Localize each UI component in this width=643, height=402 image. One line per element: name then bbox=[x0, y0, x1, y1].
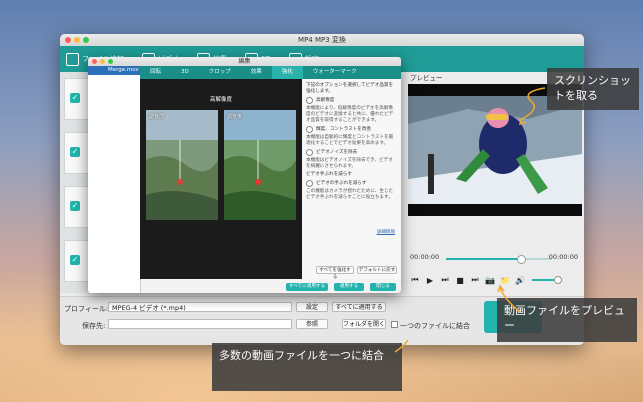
radio[interactable] bbox=[306, 149, 313, 156]
enhance-options: 下記のオプションを選択してビデオ品質を強化します。 高解像度 本機能により、低解… bbox=[302, 79, 401, 280]
step-forward-icon[interactable]: ⏭ bbox=[440, 275, 450, 285]
option-label: ビデオノイズを除去 bbox=[316, 149, 358, 155]
option-desc: 本機能はビデオノイズを除去でき、ビデオを綺麗にさせられます。 bbox=[306, 158, 393, 169]
reset-default-button[interactable]: デフォルトに戻す bbox=[357, 266, 397, 274]
tab-enhance[interactable]: 強化 bbox=[271, 66, 303, 79]
after-image: 調整後 bbox=[224, 110, 296, 220]
window-controls bbox=[65, 37, 89, 43]
radio[interactable] bbox=[306, 97, 313, 104]
minimize-edit-button[interactable] bbox=[100, 59, 105, 64]
close-window-button[interactable] bbox=[65, 37, 71, 43]
volume-slider[interactable] bbox=[532, 276, 562, 284]
option-stabilize[interactable]: ビデオの手ぶれを減らす bbox=[306, 180, 397, 187]
tab-3d[interactable]: 3D bbox=[171, 66, 199, 79]
profile-settings-button[interactable]: 設定 bbox=[296, 302, 328, 312]
option-label: ビデオの手ぶれを減らす bbox=[316, 180, 367, 186]
minimize-window-button[interactable] bbox=[74, 37, 80, 43]
option-resolution[interactable]: 高解像度 bbox=[306, 97, 397, 104]
option-denoise[interactable]: ビデオノイズを除去 bbox=[306, 149, 397, 156]
edit-file-name: Merge.mov bbox=[108, 67, 139, 73]
save-path-input[interactable] bbox=[108, 319, 292, 329]
checkbox[interactable]: ✓ bbox=[70, 93, 80, 103]
enhance-all-button[interactable]: すべてを強化する bbox=[316, 266, 354, 280]
option-desc: この機能はカメラが揺れたために、生じたビデオ手ぶれを減らすことに役立ちます。 bbox=[306, 189, 394, 200]
edit-file-item[interactable]: Merge.mov bbox=[88, 66, 140, 75]
after-label: 調整後 bbox=[227, 114, 243, 120]
seek-bar[interactable] bbox=[446, 255, 552, 264]
playback-controls: ⏮ ▶ ⏭ ■ ⏭ 📷 📁 🔊 bbox=[408, 274, 584, 286]
volume-handle[interactable] bbox=[554, 276, 562, 284]
paraglider-image bbox=[146, 110, 218, 220]
tab-watermark[interactable]: ウォーターマーク bbox=[303, 66, 367, 79]
edit-dialog-title-bar: 編集 bbox=[88, 57, 401, 66]
browse-button[interactable]: 参照 bbox=[296, 319, 328, 329]
profile-value: MPEG-4 ビデオ (*.mp4) bbox=[112, 304, 186, 312]
skip-forward-icon[interactable]: ⏭ bbox=[470, 275, 480, 285]
before-image: 調整前 bbox=[146, 110, 218, 220]
skip-back-icon[interactable]: ⏮ bbox=[410, 275, 420, 285]
callout-merge: 多数の動画ファイルを一つに結合 bbox=[212, 343, 402, 391]
edit-window-controls bbox=[92, 59, 113, 64]
edit-dialog-title: 編集 bbox=[238, 58, 251, 65]
tab-crop[interactable]: クロップ bbox=[199, 66, 241, 79]
option-label: 高解像度 bbox=[316, 97, 335, 103]
camera-icon[interactable]: 📷 bbox=[485, 276, 495, 285]
tab-rotate[interactable]: 回転 bbox=[140, 66, 171, 79]
checkbox[interactable]: ✓ bbox=[70, 147, 80, 157]
edit-file-list: Merge.mov bbox=[88, 66, 141, 293]
total-time: 00:00:00 bbox=[548, 253, 578, 261]
save-label: 保存先: bbox=[82, 322, 106, 330]
seek-handle[interactable] bbox=[517, 255, 527, 264]
more-info-link[interactable]: 詳細情報 bbox=[377, 230, 395, 236]
seek-fill bbox=[446, 258, 521, 260]
merge-label: 一つのファイルに結合 bbox=[400, 322, 470, 330]
profile-label: プロフィール: bbox=[64, 305, 109, 313]
edit-dialog: 編集 Merge.mov 回転 3D クロップ 効果 強化 ウォーターマーク 高… bbox=[88, 57, 401, 293]
profile-select[interactable]: MPEG-4 ビデオ (*.mp4) bbox=[108, 302, 292, 312]
option-label: 輝度、コントラストを改善 bbox=[316, 126, 372, 132]
play-icon[interactable]: ▶ bbox=[425, 276, 435, 285]
compare-title: 高解像度 bbox=[209, 97, 232, 103]
apply-button[interactable]: 適用する bbox=[334, 283, 364, 291]
title-bar: MP4 MP3 変換 bbox=[60, 34, 584, 46]
checkbox[interactable]: ✓ bbox=[70, 201, 80, 211]
checkbox[interactable]: ✓ bbox=[70, 255, 80, 265]
option-desc: 本機能により、低解像度のビデオを高解像度のビデオに変換すると共に、優れたビデオ品… bbox=[306, 106, 394, 123]
zoom-window-button[interactable] bbox=[83, 37, 89, 43]
tab-effect[interactable]: 効果 bbox=[241, 66, 272, 79]
radio[interactable] bbox=[306, 126, 313, 133]
compare-panel: 高解像度 調整前 調整後 bbox=[140, 79, 302, 279]
open-folder-button[interactable]: フォルダを開く bbox=[342, 319, 386, 329]
close-dialog-button[interactable]: 閉じる bbox=[370, 283, 396, 291]
current-time: 00:00:00 bbox=[410, 253, 440, 261]
paraglider-enhanced-image bbox=[224, 110, 296, 220]
edit-tabs: 回転 3D クロップ 効果 強化 ウォーターマーク bbox=[140, 66, 401, 79]
folder-icon[interactable]: 📁 bbox=[500, 276, 510, 285]
option-desc: 本機能は自動的に輝度とコントラストを最適化することでビデオ効果を高めます。 bbox=[306, 135, 394, 146]
close-edit-button[interactable] bbox=[92, 59, 97, 64]
radio[interactable] bbox=[306, 180, 313, 187]
callout-preview: 動画ファイルをプレビュー bbox=[497, 298, 637, 342]
volume-icon[interactable]: 🔊 bbox=[515, 276, 525, 285]
callout-screenshot: スクリンショットを取る bbox=[547, 68, 639, 110]
window-title: MP4 MP3 変換 bbox=[298, 36, 346, 44]
option-brightness[interactable]: 輝度、コントラストを改善 bbox=[306, 126, 397, 133]
apply-all-footer-button[interactable]: すべてに適用する bbox=[286, 283, 328, 291]
stop-icon[interactable]: ■ bbox=[455, 276, 465, 285]
enhance-intro: 下記のオプションを選択してビデオ品質を強化します。 bbox=[306, 83, 394, 94]
shake-section-title: ビデオ手ぶれを減らす bbox=[306, 172, 352, 177]
seek-row: 00:00:00 00:00:00 bbox=[408, 253, 582, 264]
merge-checkbox[interactable] bbox=[391, 321, 398, 328]
apply-all-button[interactable]: すべてに適用する bbox=[332, 302, 386, 312]
before-label: 調整前 bbox=[149, 114, 165, 120]
add-file-icon bbox=[66, 52, 79, 66]
zoom-edit-button[interactable] bbox=[108, 59, 113, 64]
